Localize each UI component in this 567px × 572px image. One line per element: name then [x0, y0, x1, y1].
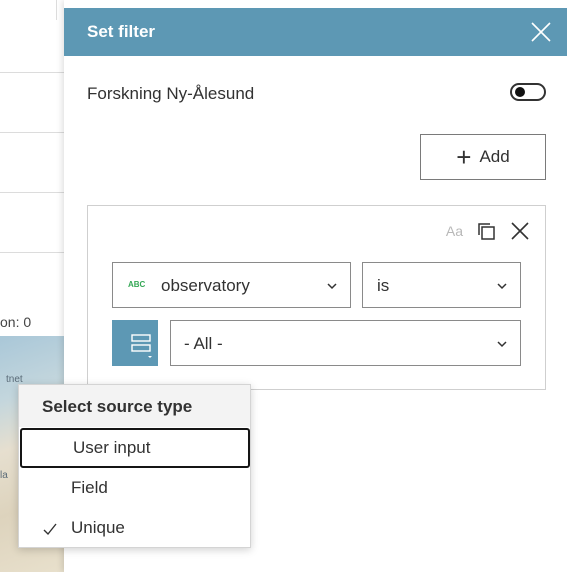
field-select[interactable]: ABC observatory [112, 262, 351, 308]
value-select[interactable]: - All - [170, 320, 521, 366]
close-button[interactable] [529, 20, 553, 44]
checkmark-icon [43, 523, 57, 536]
clause-actions: Aa [446, 220, 531, 242]
layer-filter-toggle[interactable] [510, 83, 546, 101]
menu-item-field[interactable]: Field [19, 468, 250, 508]
background-row-divider [0, 72, 64, 73]
background-row-divider [0, 132, 64, 133]
menu-item-user-input[interactable]: User input [20, 428, 250, 468]
menu-item-label: Field [71, 478, 108, 497]
menu-item-unique[interactable]: Unique [19, 508, 250, 548]
remove-clause-icon[interactable] [509, 220, 531, 242]
layer-name: Forskning Ny-Ålesund [87, 84, 255, 103]
background-divider [56, 0, 57, 20]
background-row-divider [0, 192, 64, 193]
operator-select-value: is [377, 276, 390, 295]
filter-clause: Aa ABC observatory is - All - [87, 205, 546, 390]
map-label: la [0, 470, 8, 481]
chevron-down-icon [497, 283, 507, 290]
add-filter-label: Add [479, 147, 510, 166]
value-select-value: - All - [184, 334, 223, 353]
operator-select[interactable]: is [362, 262, 521, 308]
background-row-divider [0, 252, 64, 253]
source-type-menu-header: Select source type [19, 385, 250, 427]
close-icon [531, 22, 551, 42]
background-partial-label: on: 0 [0, 314, 32, 330]
add-filter-button[interactable]: + Add [420, 134, 546, 180]
panel-header: Set filter [64, 8, 567, 56]
plus-icon: + [456, 142, 472, 172]
chevron-down-icon [327, 283, 337, 290]
string-field-icon: ABC [128, 280, 146, 289]
source-type-menu-title: Select source type [42, 397, 193, 416]
menu-item-label: User input [73, 438, 151, 457]
panel-title: Set filter [87, 22, 156, 41]
source-type-button[interactable] [112, 320, 158, 366]
toggle-knob [515, 87, 525, 97]
case-sensitive-icon[interactable]: Aa [446, 223, 463, 239]
menu-item-label: Unique [71, 518, 125, 537]
list-source-icon [131, 334, 152, 358]
copy-icon[interactable] [475, 220, 497, 242]
source-type-menu: Select source type User input Field Uniq… [18, 384, 251, 548]
field-select-value: observatory [161, 276, 250, 295]
chevron-down-icon [497, 341, 507, 348]
